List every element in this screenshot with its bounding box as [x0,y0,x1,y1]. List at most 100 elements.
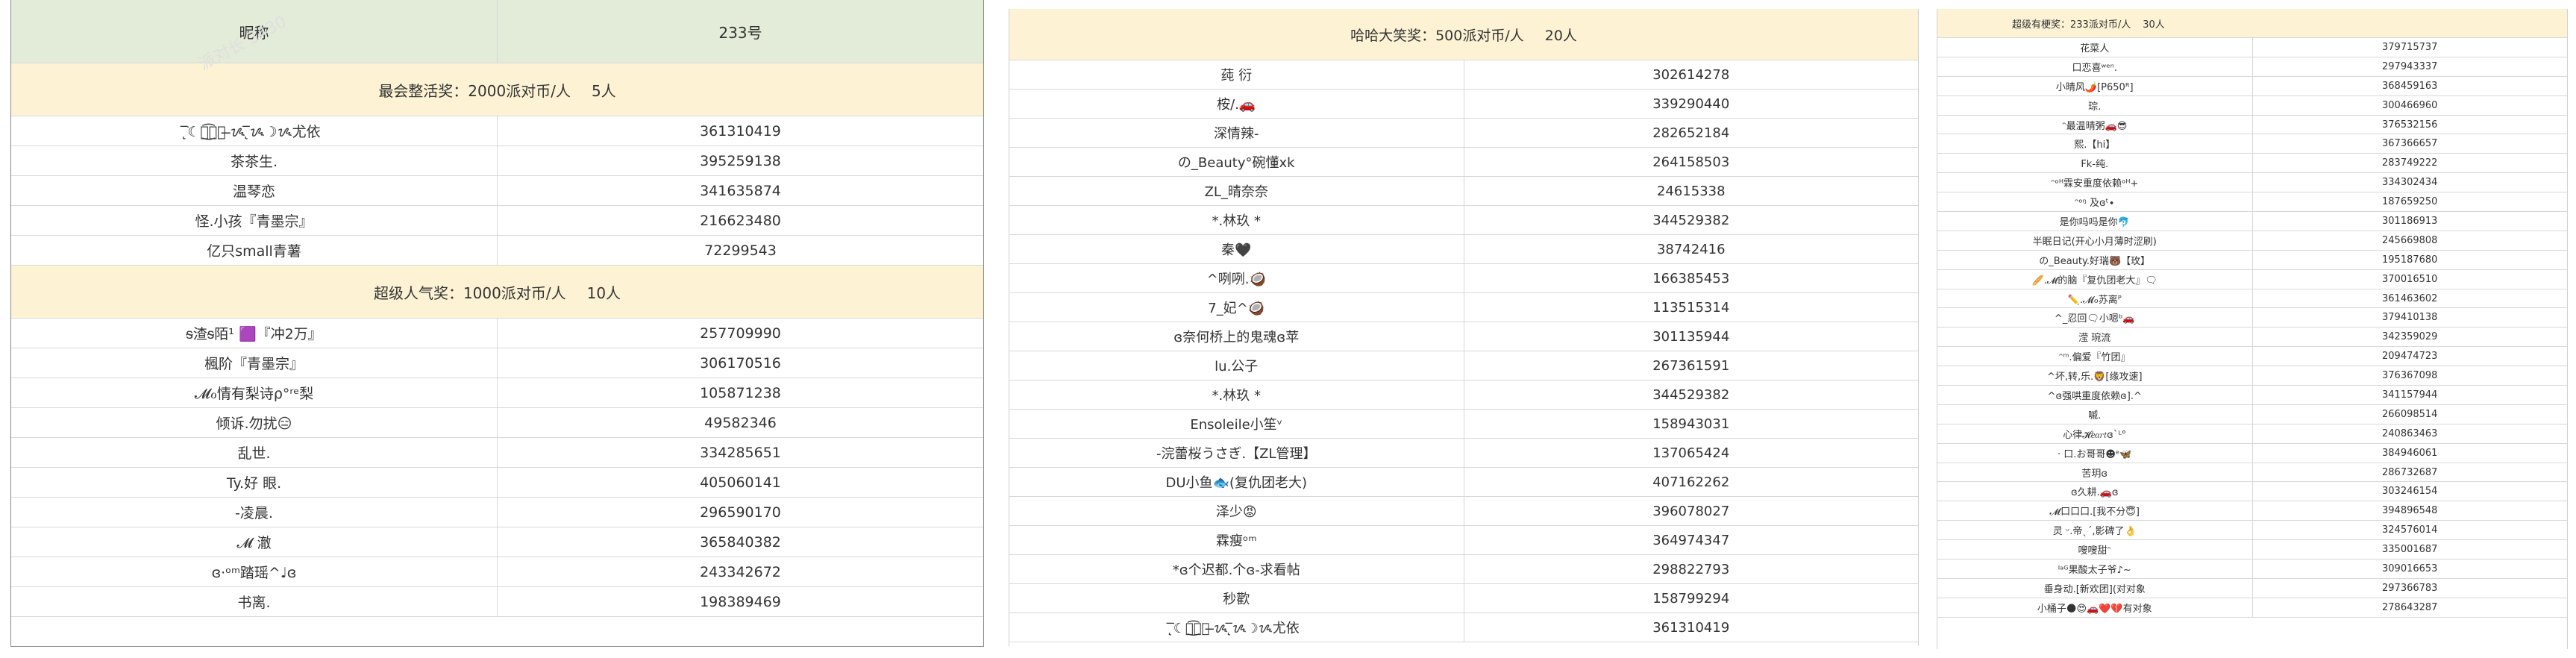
ranking-table-panel-2: 哈哈大笑奖：500派对币/人 20人 莼 衍 302614278 桉/.🚗 339290… [1009,9,1919,646]
nickname-cell: 茶茶生. [11,145,498,176]
table-row: -凌晨. 296590170 [11,497,983,527]
id-cell: 309016653 [2252,559,2567,579]
nickname-cell: ^咧咧.🥥 [1009,263,1464,293]
nickname-cell: 楓阶『青墨宗』 [11,348,498,378]
id-cell: 368459163 [2252,76,2567,96]
id-cell: 264158503 [1464,147,1918,177]
table-row: 7_妃^🥥 113515314 [1009,292,1918,322]
id-cell: 113515314 [1464,292,1918,322]
nickname-cell: *ɞ个迟都.个ɞ-求看帖 [1009,554,1464,584]
table-row: 琮. 300466960 [1937,95,2567,116]
id-cell: 344529382 [1464,205,1918,235]
table-row: ☾ֹ̨̅ᝰ͜͡⃝⃝ ̶ᝰ ̨̅ᝰ☽ᝰ尤依 361310419 [1009,612,1918,642]
table-row: ^_忍回🗨小嗯ᵇ🚗 379410138 [1937,307,2567,328]
id-cell: 394896548 [2252,501,2567,521]
id-cell: 341635874 [497,175,983,206]
id-cell: 367366657 [2252,134,2567,154]
id-cell: 267361591 [1464,351,1918,380]
id-cell: 364974347 [1464,525,1918,555]
table-row: 口恋喜ʷᵉⁿ. 297943337 [1937,57,2567,77]
table-row: ZL_晴奈奈 24615338 [1009,176,1918,206]
id-cell: 341157944 [2252,385,2567,405]
table-row: 楓阶『青墨宗』 306170516 [11,348,983,378]
award-section-header: 超级人气奖：1000派对币/人 10人 [11,265,983,319]
id-cell: 395259138 [497,145,983,176]
id-cell: 282652184 [1464,118,1918,148]
table-row: ɞ·ᵒᵐ踏瑶^♩ɞ 243342672 [11,557,983,587]
table-row: *.林玖 * 344529382 [1009,205,1918,235]
table-row: 熙.【hi】 367366657 [1937,134,2567,154]
table-row: 温琴恋 341635874 [11,175,983,206]
nickname-cell: ☾ֹ̨̅ᝰ͜͡⃝⃝ ̶ᝰ ̨̅ᝰ☽ᝰ尤依 [11,116,498,146]
table-row: ^坏,转,乐.🦁[缘攻速] 376367098 [1937,366,2567,386]
table-row: 滢 琬流 342359029 [1937,327,2567,348]
nickname-cell: 桉/.🚗 [1009,89,1464,119]
nickname-cell: 花菜人 [1937,37,2253,57]
nickname-cell: 嘁. [1937,404,2253,424]
award-count: 30人 [2143,19,2165,31]
id-cell: 306170516 [497,348,983,378]
award-name: 超级人气奖：1000派对币/人 [373,283,566,302]
id-cell: 376532156 [2252,115,2567,135]
nickname-cell: 琮. [1937,95,2253,116]
table-row: Ty.好 眼. 405060141 [11,467,983,498]
nickname-cell: 𝓜 澈 [11,527,498,557]
id-cell: 334285651 [497,437,983,468]
table-row: 半眠日记(开心小月薄时涩刷) 245669808 [1937,231,2567,251]
award-count: 5人 [591,81,616,100]
nickname-cell: ɞ奈何桥上的鬼魂ɞ苹 [1009,322,1464,351]
nickname-cell: ᵔ最温晴粥🚗😎 [1937,115,2253,135]
nickname-cell: 滢 琬流 [1937,327,2253,348]
nickname-cell: 苦玥ɞ [1937,463,2253,483]
table-row: · 口.お哥哥☻ᵉ🦋 384946061 [1937,443,2567,463]
id-cell: 342359029 [2252,327,2567,348]
award-title: 超级人气奖：1000派对币/人 10人 [11,265,983,319]
nickname-cell: 怪.小孩『青墨宗』 [11,205,498,236]
ranking-table: 昵称 233号 最会整活奖：2000派对币/人 5人 ☾ֹ̨̅ᝰ͜͡⃝⃝ ̶ᝰ ̨̅… [11,0,983,617]
nickname-cell: 莼 衍 [1009,60,1464,90]
table-row: 秒歡 158799294 [1009,583,1918,613]
award-title: 最会整活奖：2000派对币/人 5人 [11,63,983,116]
table-row: 灵 ᵕ.帝ˎˊ,影碑了👌 324576014 [1937,520,2567,541]
id-cell: 137065424 [1464,438,1918,468]
award-count: 20人 [1544,27,1577,44]
id-cell: 296590170 [497,497,983,527]
id-cell: 245669808 [2252,231,2567,251]
table-row: 𝓜 澈 365840382 [11,527,983,557]
award-name: 超级有梗奖：233派对币/人 [2012,19,2131,31]
id-cell: 361310419 [497,116,983,146]
table-row: -浣蕾桜うさぎ.【ZL管理】 137065424 [1009,438,1918,468]
id-cell: 283749222 [2252,153,2567,174]
nickname-cell: 𝓜口口口.[我不分😇] [1937,501,2253,521]
id-cell: 405060141 [497,467,983,498]
ranking-table-panel-3: 超级有梗奖：233派对币/人 30人 花菜人 379715737 口恋喜ʷᵉⁿ. 297… [1937,9,2568,649]
id-cell: 257709990 [497,318,983,348]
id-cell: 243342672 [497,557,983,587]
nickname-cell: 🥖.𝓜的脑『复仇团老大』🗨 [1937,269,2253,289]
award-section-header: 哈哈大笑奖：500派对币/人 20人 [1009,9,1918,60]
nickname-cell: 心律𝓗𝑒𝑎𝑟𝑡ɞ`ᴸ° [1937,424,2253,444]
nickname-cell: 深情辣- [1009,118,1464,148]
id-cell: 158943031 [1464,409,1918,439]
id-cell: 361463602 [2252,289,2567,309]
id-cell: 158799294 [1464,583,1918,613]
nickname-cell: ᵔᵐ.偏爱『竹团』 [1937,346,2253,367]
ranking-table: 超级有梗奖：233派对币/人 30人 花菜人 379715737 口恋喜ʷᵉⁿ. 297… [1937,9,2567,618]
id-cell: 38742416 [1464,234,1918,264]
table-row: の_Beauty.好瑞🐻【玫】 195187680 [1937,250,2567,270]
nickname-cell: 灵 ᵕ.帝ˎˊ,影碑了👌 [1937,520,2253,541]
id-cell: 297366783 [2252,578,2567,598]
table-row: ᵔᵐ.偏爱『竹团』 209474723 [1937,346,2567,367]
id-cell: 216623480 [497,205,983,236]
id-cell: 302614278 [1464,60,1918,90]
id-cell: 370016510 [2252,269,2567,289]
nickname-cell: 泽少😡 [1009,496,1464,526]
id-cell: 396078027 [1464,496,1918,526]
table-row: 嗖嗖甜ᵔ 335001687 [1937,539,2567,560]
id-cell: 335001687 [2252,539,2567,560]
id-cell: 301135944 [1464,322,1918,351]
nickname-cell: Ensoleile小笙ᵛ [1009,409,1464,439]
table-row: ᴵᵃᴳ果酸太子爷♪~ 309016653 [1937,559,2567,579]
nickname-cell: lu.公子 [1009,351,1464,380]
nickname-cell: 霖瘦ᵒᵐ [1009,525,1464,555]
